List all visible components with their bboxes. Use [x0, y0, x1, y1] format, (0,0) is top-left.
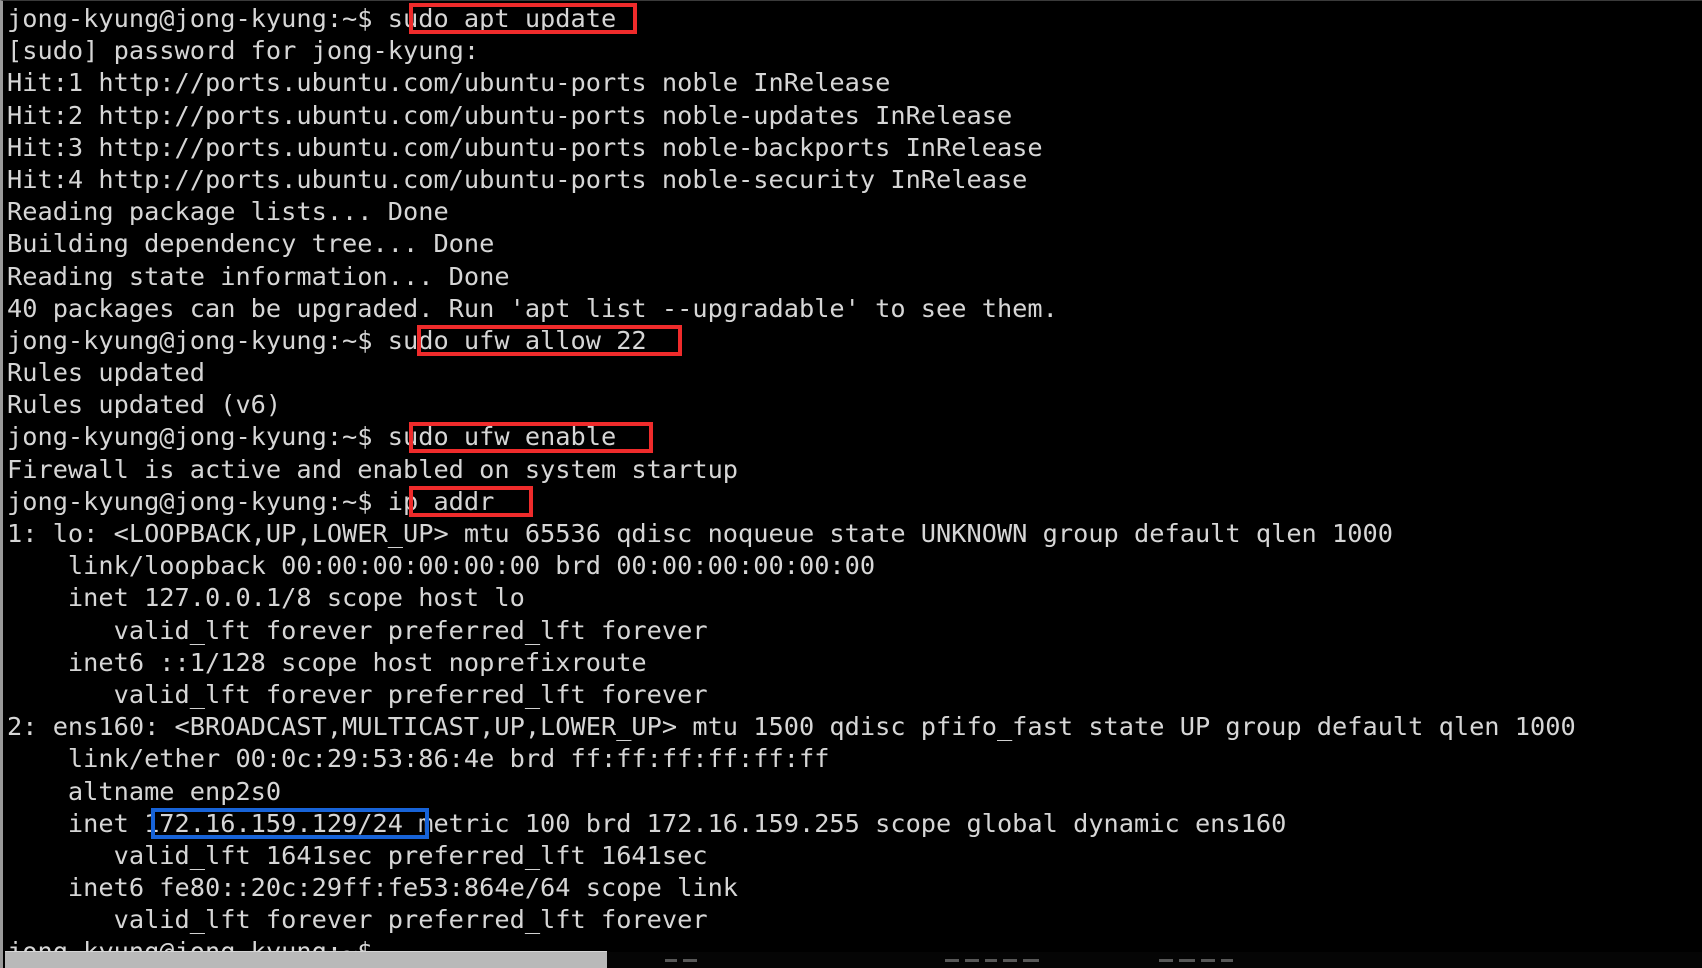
- terminal-line: link/loopback 00:00:00:00:00:00 brd 00:0…: [7, 551, 876, 581]
- terminal-line: inet 127.0.0.1/8 scope host lo: [7, 583, 525, 613]
- taskbar-tick: [985, 959, 997, 962]
- taskbar-tick: [1221, 959, 1233, 962]
- terminal-line: valid_lft forever preferred_lft forever: [7, 615, 708, 645]
- terminal-line: inet6 fe80::20c:29ff:fe53:864e/64 scope …: [7, 873, 739, 903]
- terminal-line: Reading package lists... Done: [7, 197, 449, 227]
- terminal-line: [sudo] password for jong-kyung:: [7, 36, 480, 66]
- taskbar-tick: [1159, 959, 1173, 962]
- terminal-line: valid_lft forever preferred_lft forever: [7, 905, 708, 935]
- taskbar-tick: [1003, 959, 1017, 962]
- terminal-line: jong-kyung@jong-kyung:~$ ip addr: [7, 486, 495, 516]
- taskbar-tick: [665, 959, 677, 962]
- terminal-window[interactable]: jong-kyung@jong-kyung:~$ sudo apt update…: [0, 0, 1702, 968]
- terminal-line: 2: ens160: <BROADCAST,MULTICAST,UP,LOWER…: [7, 712, 1576, 742]
- bottom-taskbar: [3, 951, 1702, 968]
- taskbar-tick: [945, 959, 959, 962]
- terminal-line: Hit:4 http://ports.ubuntu.com/ubuntu-por…: [7, 164, 1028, 194]
- taskbar-tick: [1179, 959, 1195, 962]
- terminal-line: jong-kyung@jong-kyung:~$ sudo ufw allow …: [7, 325, 647, 355]
- taskbar-tick: [1023, 959, 1039, 962]
- terminal-line: altname enp2s0: [7, 776, 282, 806]
- taskbar-tick: [1201, 959, 1215, 962]
- terminal-line: Building dependency tree... Done: [7, 229, 495, 259]
- terminal-line: valid_lft forever preferred_lft forever: [7, 679, 708, 709]
- terminal-output[interactable]: jong-kyung@jong-kyung:~$ sudo apt update…: [3, 1, 1702, 966]
- horizontal-scrollbar-thumb[interactable]: [5, 951, 607, 968]
- terminal-line: Hit:2 http://ports.ubuntu.com/ubuntu-por…: [7, 100, 1013, 130]
- terminal-line: inet 172.16.159.129/24 metric 100 brd 17…: [7, 808, 1287, 838]
- terminal-line: Rules updated: [7, 358, 205, 388]
- terminal-line: inet6 ::1/128 scope host noprefixroute: [7, 647, 647, 677]
- terminal-line: Reading state information... Done: [7, 261, 510, 291]
- taskbar-tick: [965, 959, 979, 962]
- terminal-line: Hit:3 http://ports.ubuntu.com/ubuntu-por…: [7, 132, 1043, 162]
- taskbar-right-region: [607, 952, 1702, 968]
- taskbar-tick: [683, 959, 697, 962]
- terminal-line: jong-kyung@jong-kyung:~$ sudo apt update: [7, 4, 617, 33]
- terminal-line: link/ether 00:0c:29:53:86:4e brd ff:ff:f…: [7, 744, 830, 774]
- terminal-line: Rules updated (v6): [7, 390, 282, 420]
- terminal-line: 40 packages can be upgraded. Run 'apt li…: [7, 293, 1058, 323]
- terminal-line: jong-kyung@jong-kyung:~$ sudo ufw enable: [7, 422, 617, 452]
- terminal-line: Firewall is active and enabled on system…: [7, 454, 739, 484]
- terminal-line: Hit:1 http://ports.ubuntu.com/ubuntu-por…: [7, 68, 891, 98]
- terminal-line: valid_lft 1641sec preferred_lft 1641sec: [7, 840, 708, 870]
- terminal-line: 1: lo: <LOOPBACK,UP,LOWER_UP> mtu 65536 …: [7, 519, 1393, 548]
